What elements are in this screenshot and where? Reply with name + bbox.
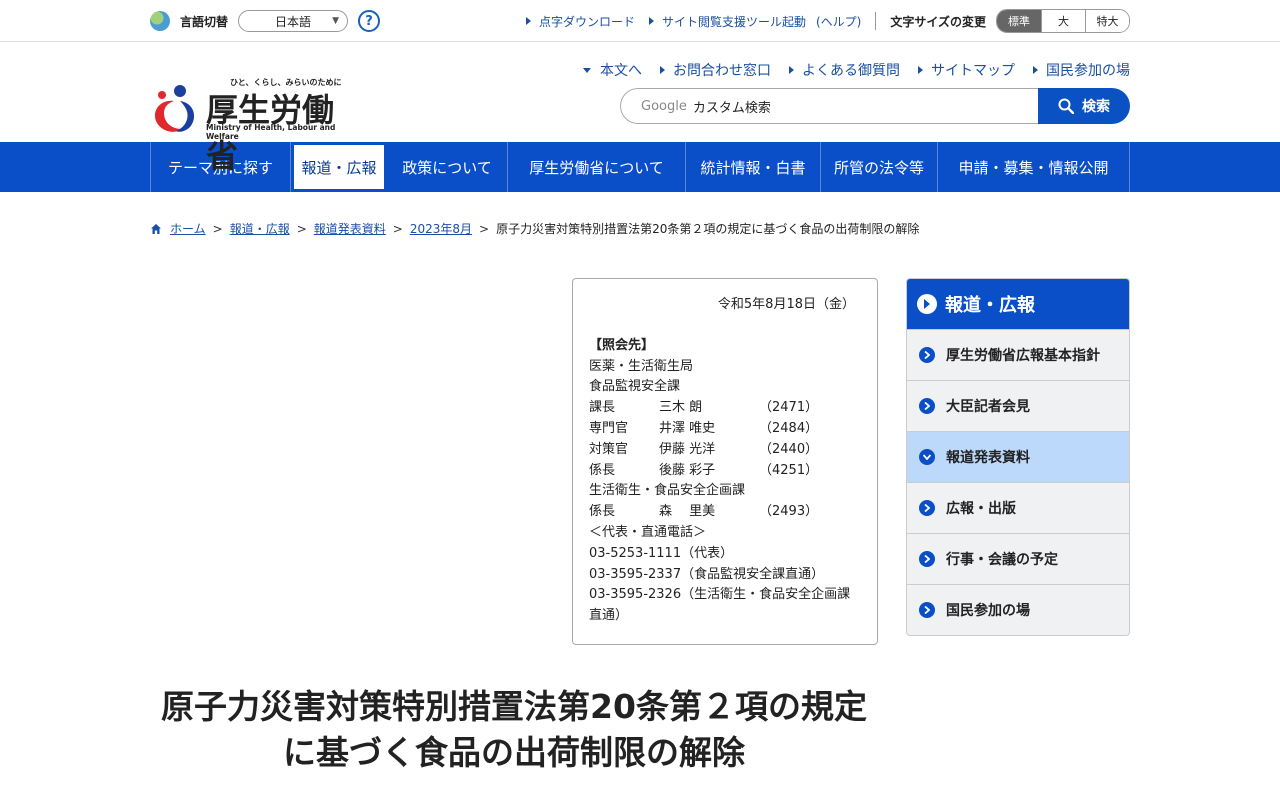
- language-select[interactable]: 日本語 ▼: [238, 10, 349, 32]
- contact-link[interactable]: お問合わせ窓口: [660, 60, 771, 80]
- search-input[interactable]: Google カスタム検索: [620, 88, 1038, 124]
- accessibility-tool-link[interactable]: サイト閲覧支援ツール起動: [648, 13, 806, 30]
- side-item-press-conference[interactable]: 大臣記者会見: [907, 380, 1129, 431]
- contact-row: 係長森 里美 （2493）: [589, 504, 819, 520]
- triangle-right-icon: [1033, 66, 1038, 74]
- participation-link[interactable]: 国民参加の場: [1033, 60, 1130, 80]
- breadcrumb-releases[interactable]: 報道発表資料: [314, 220, 386, 237]
- search-icon: [1058, 98, 1074, 114]
- side-item-pr-policy[interactable]: 厚生労働省広報基本指針: [907, 329, 1129, 380]
- nav-applications[interactable]: 申請・募集・情報公開: [938, 142, 1130, 192]
- nav-laws[interactable]: 所管の法令等: [821, 142, 938, 192]
- font-size-switcher: 標準 大 特大: [996, 9, 1130, 33]
- contact-heading: 【照会先】: [589, 337, 655, 353]
- side-item-participation[interactable]: 国民参加の場: [907, 584, 1129, 635]
- divider: [875, 12, 877, 30]
- contact-row: 専門官 井澤 唯史 （2484）: [589, 420, 819, 436]
- side-nav: 報道・広報 厚生労働省広報基本指針 大臣記者会見 報道発表資料 広報・出版 行事…: [906, 278, 1130, 636]
- nav-statistics[interactable]: 統計情報・白書: [686, 142, 821, 192]
- chevron-right-icon: [919, 500, 935, 516]
- triangle-right-icon: [525, 17, 531, 25]
- phones-heading: ＜代表・直通電話＞: [589, 524, 707, 540]
- triangle-right-icon: [918, 66, 923, 74]
- breadcrumb: ホーム > 報道・広報 > 報道発表資料 > 2023年8月 > 原子力災害対策特別措置…: [150, 220, 919, 237]
- search-bar: Google カスタム検索 検索: [620, 88, 1130, 124]
- contact-row: 課長 三木 朗（2471）: [589, 400, 819, 416]
- help-button[interactable]: ?: [358, 10, 381, 32]
- side-item-events[interactable]: 行事・会議の予定: [907, 533, 1129, 584]
- language-label: 言語切替: [180, 14, 229, 29]
- accessibility-help-link[interactable]: (ヘルプ): [816, 13, 861, 30]
- search-button[interactable]: 検索: [1038, 88, 1130, 124]
- header-nav: 本文へ お問合わせ窓口 よくある御質問 サイトマップ 国民参加の場: [565, 60, 1130, 80]
- language-value: 日本語: [275, 14, 312, 29]
- contact-row: 係長 後藤 彩子 （4251）: [589, 462, 819, 478]
- phone-direct: 03-3595-2337（食品監視安全課直通）: [589, 566, 825, 582]
- contact-division: 食品監視安全課: [589, 379, 681, 395]
- google-label: Google: [641, 98, 687, 114]
- font-size-large-button[interactable]: 大: [1041, 10, 1085, 32]
- chevron-right-icon: [919, 551, 935, 567]
- contact-row: 対策官 伊藤 光洋 （2440）: [589, 441, 819, 457]
- triangle-right-icon: [648, 17, 654, 25]
- chevron-right-icon: [919, 347, 935, 363]
- site-logo[interactable]: ひと、くらし、みらいのために 厚生労働省 Ministry of Health,…: [150, 77, 360, 175]
- font-size-standard-button[interactable]: 標準: [997, 10, 1041, 32]
- triangle-right-icon: [789, 66, 794, 74]
- site-header: ひと、くらし、みらいのために 厚生労働省 Ministry of Health,…: [0, 42, 1280, 175]
- skip-to-content-link[interactable]: 本文へ: [583, 60, 642, 80]
- chevron-down-icon: [919, 449, 935, 465]
- braille-download-link[interactable]: 点字ダウンロード: [525, 13, 635, 30]
- breadcrumb-home[interactable]: ホーム: [170, 220, 206, 237]
- mhlw-logo-icon: [154, 85, 195, 132]
- side-item-press-releases[interactable]: 報道発表資料: [907, 431, 1129, 482]
- logo-english: Ministry of Health, Labour and Welfare: [206, 123, 336, 141]
- release-date: 令和5年8月18日（金）: [717, 297, 855, 312]
- nav-policy[interactable]: 政策について: [387, 142, 508, 192]
- contact-box: 令和5年8月18日（金） 【照会先】 医薬・生活衛生局 食品監視安全課 課長 三木…: [572, 278, 878, 645]
- breadcrumb-press[interactable]: 報道・広報: [230, 220, 290, 237]
- contact-division: 生活衛生・食品安全企画課: [589, 483, 746, 499]
- breadcrumb-month[interactable]: 2023年8月: [410, 220, 472, 237]
- utility-bar: 言語切替 日本語 ▼ ? 点字ダウンロード サイト閲覧支援ツール起動 (ヘルプ)…: [0, 0, 1280, 42]
- font-size-xlarge-button[interactable]: 特大: [1085, 10, 1129, 32]
- globe-icon: [150, 11, 170, 31]
- chevron-right-icon: [919, 398, 935, 414]
- sitemap-link[interactable]: サイトマップ: [918, 60, 1015, 80]
- font-size-label: 文字サイズの変更: [890, 14, 986, 29]
- breadcrumb-current: 原子力災害対策特別措置法第20条第２項の規定に基づく食品の出荷制限の解除: [496, 222, 920, 236]
- phone-main: 03-5253-1111（代表）: [589, 545, 734, 561]
- home-icon: [151, 223, 161, 234]
- triangle-down-icon: [583, 67, 591, 73]
- phone-direct: 03-3595-2326（生活衛生・食品安全企画課直通）: [589, 587, 851, 624]
- chevron-right-icon: [917, 294, 937, 314]
- chevron-right-icon: [919, 602, 935, 618]
- faq-link[interactable]: よくある御質問: [789, 60, 900, 80]
- chevron-down-icon: ▼: [332, 16, 340, 26]
- page-title: 原子力災害対策特別措置法第20条第２項の規定に基づく食品の出荷制限の解除: [161, 687, 867, 772]
- side-item-publications[interactable]: 広報・出版: [907, 482, 1129, 533]
- triangle-right-icon: [660, 66, 665, 74]
- search-placeholder: カスタム検索: [692, 100, 771, 116]
- nav-about[interactable]: 厚生労働省について: [508, 142, 686, 192]
- main-nav: テーマ別に探す 報道・広報 政策について 厚生労働省について 統計情報・白書 所…: [0, 142, 1280, 192]
- side-nav-heading[interactable]: 報道・広報: [907, 279, 1129, 329]
- contact-bureau: 医薬・生活衛生局: [589, 358, 694, 374]
